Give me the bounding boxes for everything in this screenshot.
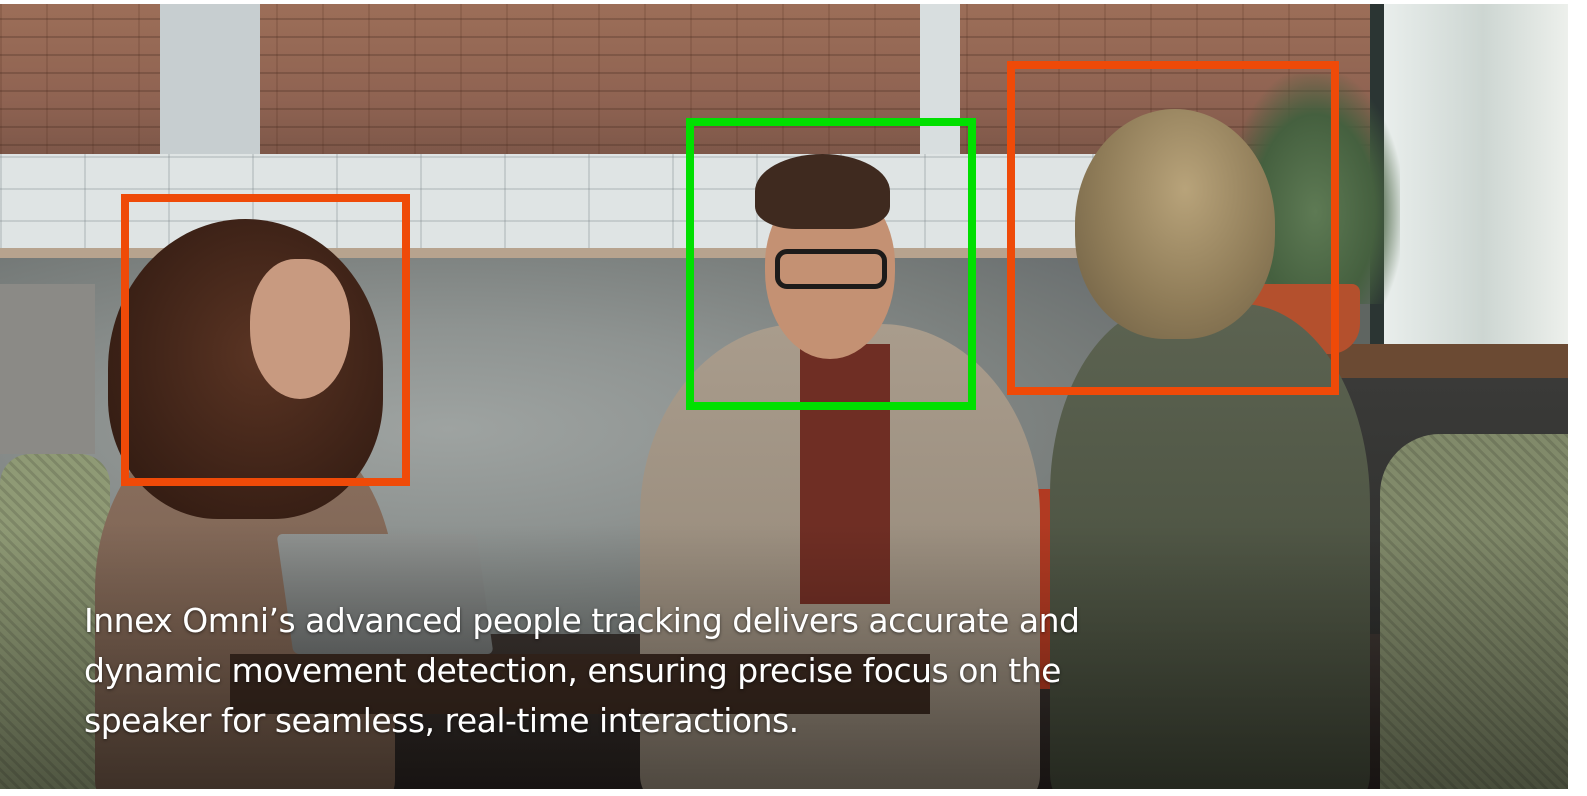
left-shelf xyxy=(0,284,95,454)
people-tracking-hero: Innex Omni’s advanced people tracking de… xyxy=(0,0,1587,796)
caption-text: Innex Omni’s advanced people tracking de… xyxy=(84,601,1080,740)
tracking-box-active-speaker xyxy=(686,118,976,410)
tracking-box-listener xyxy=(1007,61,1339,395)
tracking-box-woman xyxy=(121,194,410,486)
